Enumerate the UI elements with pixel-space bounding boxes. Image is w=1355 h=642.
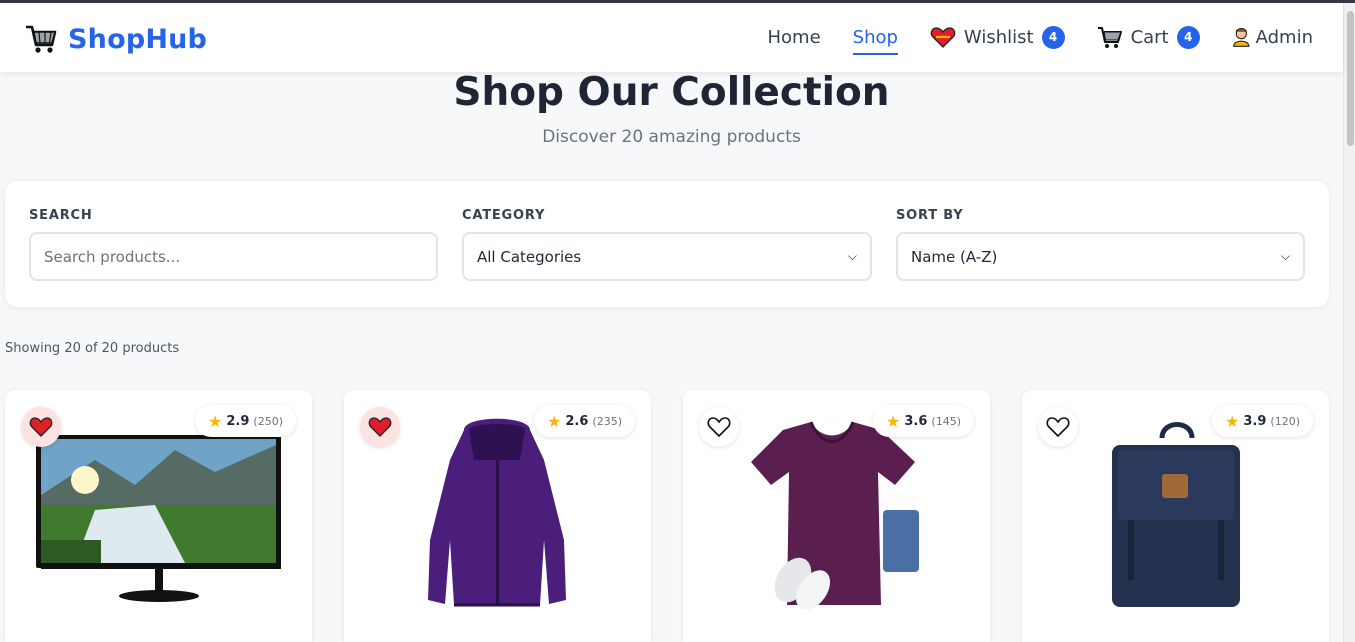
- brand-name: ShopHub: [68, 23, 208, 55]
- rating-value: 2.9: [226, 413, 250, 429]
- wishlist-toggle-button[interactable]: [360, 407, 400, 447]
- admin-user-icon: [1232, 27, 1250, 47]
- product-card[interactable]: ★ 2.9 (250): [5, 390, 312, 642]
- heart-icon: [930, 27, 956, 48]
- rating-badge: ★ 3.6 (145): [873, 405, 974, 437]
- filter-panel: SEARCH Search products... CATEGORY All C…: [5, 181, 1329, 307]
- review-count: (250): [253, 414, 283, 428]
- review-count: (120): [1270, 414, 1300, 428]
- wishlist-toggle-button[interactable]: [21, 407, 61, 447]
- nav-admin-label: Admin: [1255, 26, 1313, 48]
- page-title: Shop Our Collection: [453, 70, 890, 115]
- nav-wishlist-label: Wishlist: [963, 26, 1034, 48]
- star-icon: ★: [208, 411, 223, 431]
- sort-filter: SORT BY Name (A-Z) ⌵: [896, 208, 1305, 281]
- nav-shop-link[interactable]: Shop: [852, 27, 899, 55]
- rating-value: 3.6: [904, 413, 928, 429]
- rating-value: 3.9: [1243, 413, 1267, 429]
- nav-home-link[interactable]: Home: [767, 27, 820, 48]
- sort-select[interactable]: Name (A-Z) ⌵: [896, 232, 1305, 281]
- heart-filled-icon: [368, 417, 392, 437]
- sort-selected-value: Name (A-Z): [911, 247, 998, 266]
- main-nav: Home Shop Wishlist 4 Cart 4 Admin: [735, 25, 1313, 55]
- rating-badge: ★ 3.9 (120): [1212, 405, 1313, 437]
- search-label: SEARCH: [29, 208, 93, 223]
- rating-badge: ★ 2.6 (235): [534, 405, 635, 437]
- brand-logo[interactable]: ShopHub: [24, 23, 207, 55]
- page-subtitle: Discover 20 amazing products: [542, 127, 801, 147]
- product-card[interactable]: ★ 3.6 (145): [683, 390, 990, 642]
- search-filter: SEARCH Search products...: [29, 208, 438, 281]
- search-input[interactable]: Search products...: [29, 232, 438, 281]
- chevron-down-icon: ⌵: [847, 249, 857, 263]
- product-card[interactable]: ★ 2.6 (235): [344, 390, 651, 642]
- nav-cart-label: Cart: [1130, 26, 1169, 48]
- scrollbar-thumb[interactable]: [1347, 11, 1354, 146]
- nav-admin-link[interactable]: Admin: [1232, 25, 1313, 49]
- product-card[interactable]: ★ 3.9 (120): [1022, 390, 1329, 642]
- chevron-down-icon: ⌵: [1280, 249, 1290, 263]
- review-count: (145): [931, 414, 961, 428]
- sort-label: SORT BY: [896, 208, 964, 223]
- category-filter: CATEGORY All Categories ⌵: [462, 208, 872, 281]
- wishlist-count-badge: 4: [1041, 25, 1065, 49]
- review-count: (235): [592, 414, 622, 428]
- cart-icon: [1097, 27, 1122, 48]
- results-count: Showing 20 of 20 products: [5, 341, 180, 356]
- nav-cart-link[interactable]: Cart 4: [1097, 25, 1200, 49]
- wishlist-toggle-button[interactable]: [1038, 407, 1078, 447]
- wishlist-toggle-button[interactable]: [699, 407, 739, 447]
- top-navbar: ShopHub Home Shop Wishlist 4 Cart 4 Admi…: [0, 3, 1343, 72]
- category-label: CATEGORY: [462, 208, 546, 223]
- heart-outline-icon: [1046, 417, 1070, 438]
- cart-count-badge: 4: [1176, 25, 1200, 49]
- star-icon: ★: [1225, 411, 1240, 431]
- nav-wishlist-link[interactable]: Wishlist 4: [930, 25, 1065, 49]
- page-scrollbar[interactable]: [1343, 3, 1355, 642]
- rating-value: 2.6: [565, 413, 589, 429]
- category-select[interactable]: All Categories ⌵: [462, 232, 872, 281]
- star-icon: ★: [547, 411, 562, 431]
- shopping-cart-icon: [26, 25, 57, 53]
- category-selected-value: All Categories: [477, 247, 582, 266]
- heart-outline-icon: [707, 417, 731, 438]
- rating-badge: ★ 2.9 (250): [195, 405, 296, 437]
- heart-filled-icon: [29, 417, 53, 437]
- star-icon: ★: [886, 411, 901, 431]
